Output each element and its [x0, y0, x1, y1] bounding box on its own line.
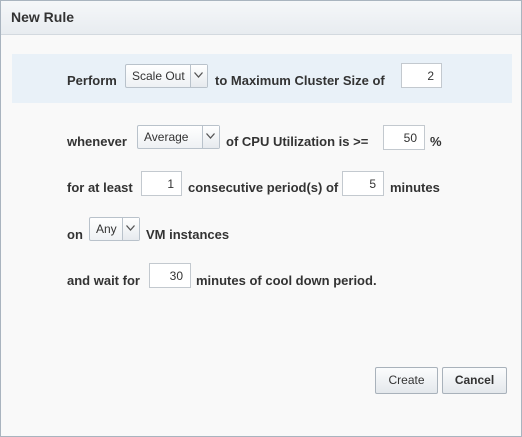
max-cluster-size-input[interactable]: 2 [401, 63, 442, 88]
on-label: on [67, 227, 83, 242]
chevron-down-icon [122, 218, 139, 240]
aggregate-select-value: Average [144, 130, 189, 144]
for-at-least-label: for at least [67, 180, 133, 195]
metric-label: of CPU Utilization is >= [226, 134, 369, 149]
whenever-label: whenever [67, 134, 127, 149]
vm-instances-label: VM instances [146, 227, 230, 242]
periods-value: 1 [167, 177, 174, 191]
percent-label: % [430, 134, 442, 149]
dialog-titlebar: New Rule [1, 1, 521, 35]
perform-label: Perform [67, 73, 117, 88]
period-minutes-input[interactable]: 5 [342, 171, 384, 196]
instance-select[interactable]: Any [89, 217, 140, 241]
minutes-label: minutes [390, 180, 440, 195]
new-rule-dialog: New Rule Perform Scale Out to Maximum Cl… [0, 0, 522, 437]
dialog-title: New Rule [11, 9, 75, 25]
cooldown-input[interactable]: 30 [149, 263, 191, 288]
instance-select-value: Any [96, 222, 117, 236]
periods-input[interactable]: 1 [141, 171, 182, 196]
chevron-down-icon [202, 126, 219, 148]
wait-for-label: and wait for [67, 273, 140, 288]
chevron-down-icon [190, 65, 207, 87]
create-button[interactable]: Create [375, 367, 438, 394]
action-select[interactable]: Scale Out [125, 64, 208, 88]
cooldown-label: minutes of cool down period. [196, 273, 377, 288]
threshold-input[interactable]: 50 [383, 125, 425, 150]
action-select-value: Scale Out [132, 69, 185, 83]
aggregate-select[interactable]: Average [137, 125, 220, 149]
cancel-button[interactable]: Cancel [442, 367, 507, 394]
max-cluster-size-value: 2 [427, 69, 434, 83]
cooldown-value: 30 [169, 269, 183, 283]
threshold-value: 50 [403, 131, 417, 145]
consecutive-periods-label: consecutive period(s) of [188, 180, 339, 195]
max-size-label: to Maximum Cluster Size of [215, 73, 385, 88]
period-minutes-value: 5 [369, 177, 376, 191]
